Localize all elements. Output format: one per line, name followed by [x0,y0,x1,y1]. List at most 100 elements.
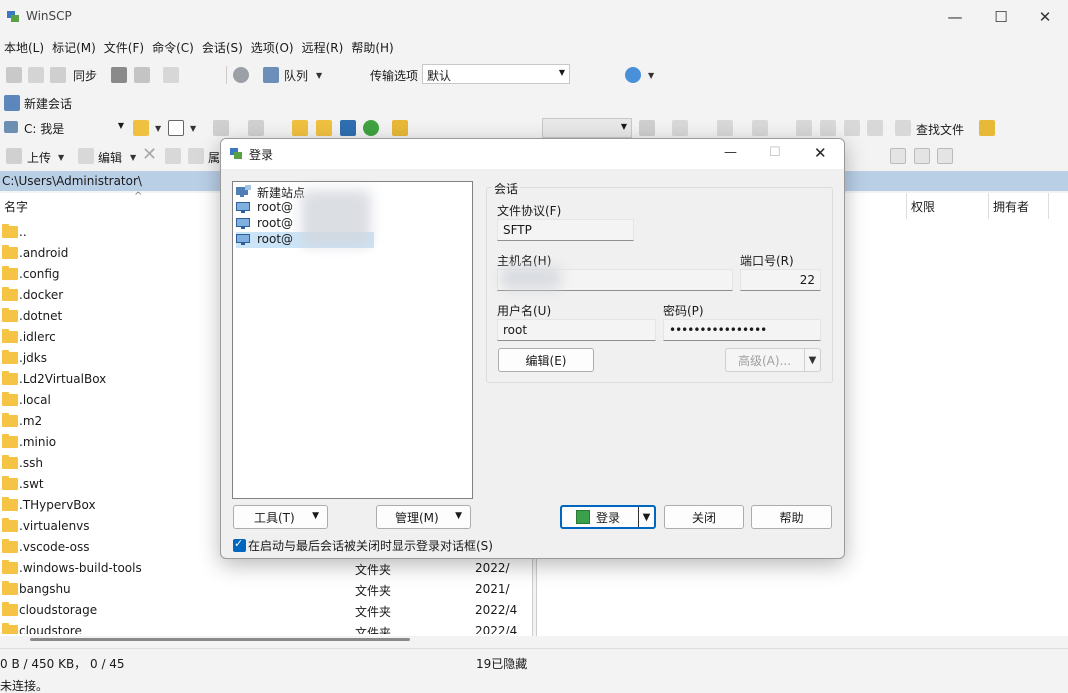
advanced-dropdown-icon[interactable]: ▼ [804,349,820,371]
refresh-icon[interactable] [363,120,379,136]
open-folder-dropdown-icon[interactable]: ▼ [155,124,161,133]
queue-dropdown-icon[interactable]: ▼ [316,71,322,80]
remote-parent-dir-icon[interactable] [796,120,812,136]
site-tree[interactable]: 新建站点 root@ root@ root@ [232,181,473,499]
remove-icon[interactable] [914,148,930,164]
table-row[interactable]: cloudstorage 文件夹 2022/4 [0,600,533,621]
login-icon [576,510,590,524]
chevron-down-icon: ▼ [558,68,565,77]
remote-tree-icon[interactable] [979,120,995,136]
remote-root-dir-icon[interactable] [820,120,836,136]
rename-icon[interactable] [165,148,181,164]
new-session-tab[interactable]: 新建会话 [24,95,72,112]
menu-remote[interactable]: 远程(R) [298,36,348,58]
login-dropdown-icon[interactable]: ▼ [638,507,654,527]
chevron-down-icon: ▼ [117,121,124,130]
upload-button[interactable]: 上传 [27,149,51,166]
remote-column-header-owner[interactable]: 拥有者 [989,193,1049,219]
dialog-minimize-icon[interactable]: — [724,145,737,160]
menu-mark[interactable]: 标记(M) [48,36,100,58]
redacted-host [501,267,561,289]
open-folder-icon[interactable] [133,120,149,136]
minimize-button[interactable]: — [932,0,978,34]
transfer-options-select[interactable]: 默认 ▼ [422,64,570,84]
home-icon[interactable] [340,120,356,136]
local-drive-select[interactable]: C: 我是 ▼ [20,118,128,138]
menu-options[interactable]: 选项(O) [247,36,298,58]
close-dialog-button[interactable]: 关闭 [664,505,744,529]
file-name: .THypervBox [19,498,96,512]
login-button[interactable]: 登录 ▼ [560,505,656,529]
compare-icon[interactable] [6,67,22,83]
manage-button[interactable]: 管理(M) ▼ [376,505,471,529]
sync-browse-icon[interactable] [28,67,44,83]
sync-icon[interactable] [50,67,66,83]
remote-forward-icon[interactable] [752,120,768,136]
remote-home-icon[interactable] [844,120,860,136]
add-icon[interactable] [890,148,906,164]
menu-files[interactable]: 文件(F) [100,36,148,58]
root-dir-icon[interactable] [316,120,332,136]
sync-label[interactable]: 同步 [73,67,97,84]
queue-label[interactable]: 队列 [284,67,308,84]
table-row[interactable]: cloudstore 文件夹 2022/4 [0,621,533,634]
parent-dir-icon[interactable] [292,120,308,136]
file-name: .minio [19,435,57,449]
gear-icon[interactable] [233,67,249,83]
preferences-icon[interactable] [163,67,179,83]
delete-icon[interactable]: ✕ [142,144,157,165]
globe-icon[interactable] [625,67,641,83]
terminal-icon[interactable] [111,67,127,83]
properties-icon[interactable] [188,148,204,164]
properties-button[interactable]: 属 [208,149,220,166]
table-row[interactable]: .windows-build-tools [0,558,533,579]
protocol-select[interactable]: SFTP [497,219,634,241]
table-row[interactable]: bangshu 文件夹 2021/ [0,579,533,600]
menu-local[interactable]: 本地(L) [0,36,48,58]
find-files-button[interactable]: 查找文件 [916,121,964,138]
globe-dropdown-icon[interactable]: ▼ [648,71,654,80]
menu-commands[interactable]: 命令(C) [148,36,198,58]
dialog-close-icon[interactable]: ✕ [814,144,827,162]
username-input[interactable]: root [497,319,656,341]
remote-refresh-icon[interactable] [867,120,883,136]
username-value: root [503,323,528,337]
queue-icon[interactable] [263,67,279,83]
checkmark-icon: ✓ [234,537,244,550]
edit-dropdown-icon[interactable]: ▼ [130,153,136,162]
menu-help[interactable]: 帮助(H) [347,36,397,58]
menu-session[interactable]: 会话(S) [198,36,247,58]
local-path[interactable]: C:\Users\Administrator\ [2,174,142,188]
upload-dropdown-icon[interactable]: ▼ [58,153,64,162]
filter-icon[interactable] [168,120,184,136]
remote-back-icon[interactable] [717,120,733,136]
password-input[interactable]: •••••••••••••••• [663,319,821,341]
help-button[interactable]: 帮助 [751,505,832,529]
remote-dir-select[interactable]: ▼ [542,118,632,138]
putty-icon[interactable] [134,67,150,83]
edit-button[interactable]: 编辑 [98,149,122,166]
forward-icon[interactable] [248,120,264,136]
tools-button[interactable]: 工具(T) ▼ [233,505,328,529]
tree-icon[interactable] [392,120,408,136]
file-name: .android [19,246,69,260]
edit-icon[interactable] [78,148,94,164]
upload-icon[interactable] [6,148,22,164]
close-button[interactable]: ✕ [1022,0,1068,34]
filter-remote-icon[interactable] [937,148,953,164]
transfer-options-label: 传输选项 [370,69,419,83]
edit-session-button[interactable]: 编辑(E) [498,348,594,372]
file-name: cloudstore [19,624,82,634]
horizontal-scrollbar[interactable] [30,638,410,641]
remote-filter-icon[interactable] [672,120,688,136]
maximize-button[interactable]: ☐ [978,0,1024,34]
port-input[interactable]: 22 [740,269,821,291]
show-login-checkbox[interactable]: ✓ [233,537,246,552]
find-files-icon[interactable] [895,120,911,136]
remote-column-header-permissions[interactable]: 权限 [907,193,989,219]
back-icon[interactable] [213,120,229,136]
filter-dropdown-icon[interactable]: ▼ [190,124,196,133]
remote-open-folder-icon[interactable] [639,120,655,136]
site-label: 新建站点 [257,186,306,200]
show-login-checkbox-label[interactable]: 在启动与最后会话被关闭时显示登录对话框(S) [248,537,493,554]
